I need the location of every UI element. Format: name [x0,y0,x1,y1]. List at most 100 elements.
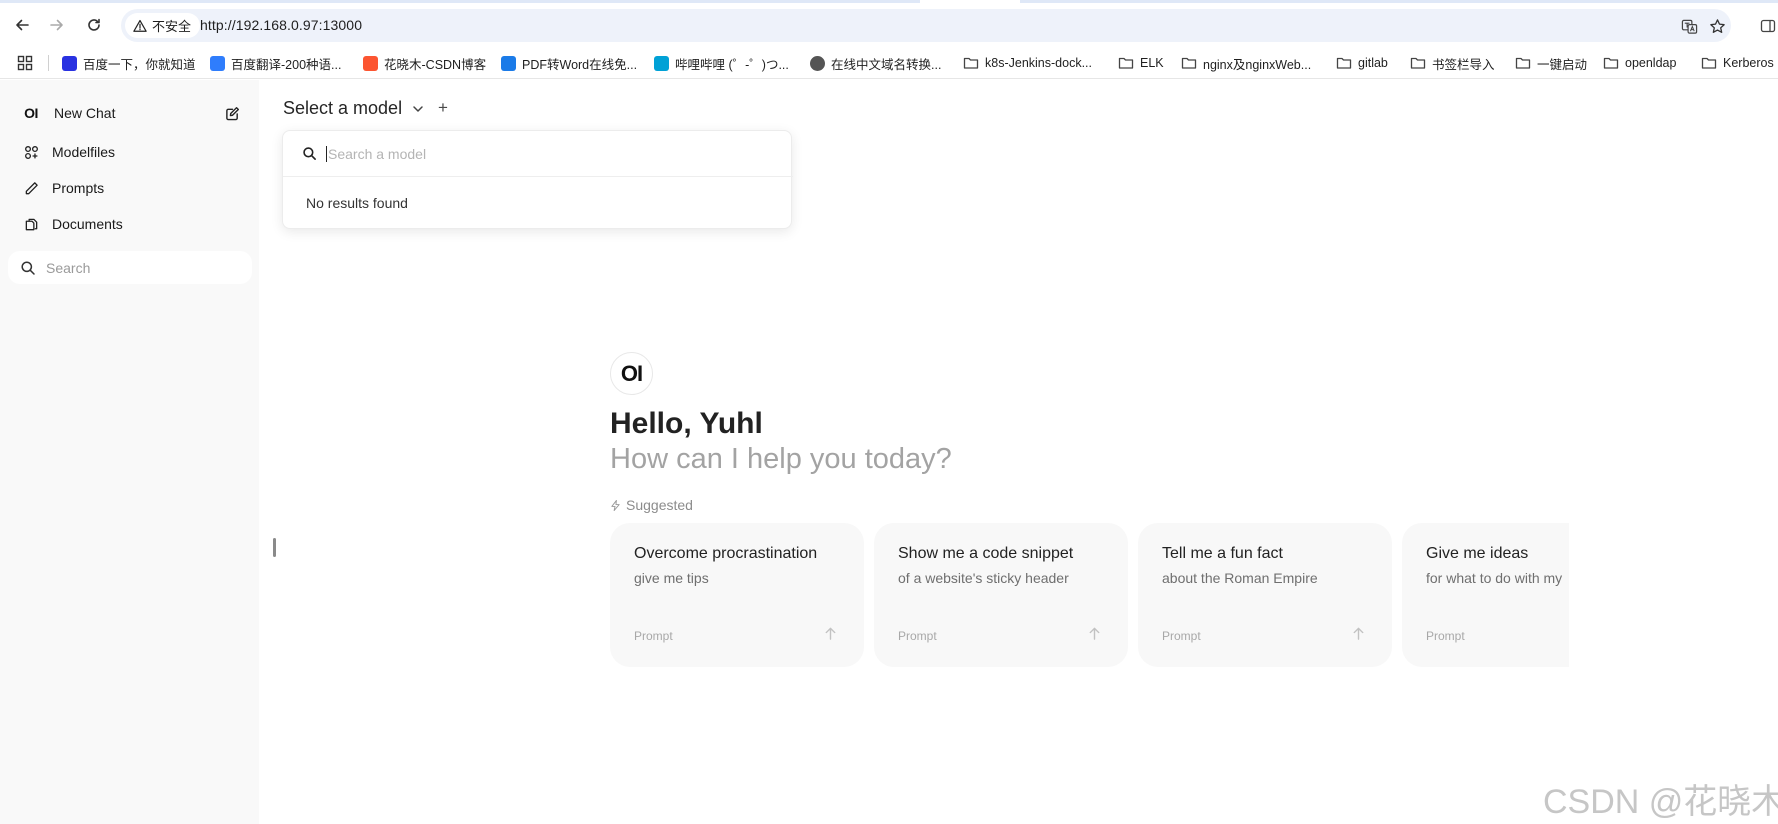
sidebar-item-label: Modelfiles [52,144,116,160]
pencil-icon [21,178,41,198]
sidebar-search[interactable] [8,251,252,284]
bookmarks-bar: 百度一下，你就知道 百度翻译-200种语... 花晓木-CSDN博客 PDF转Word… [0,47,1778,79]
bookmark-item[interactable]: 哔哩哔哩 (゜-゜)つ... [654,53,789,73]
apps-grid-icon[interactable] [17,55,33,71]
suggestion-card[interactable]: Tell me a fun fact about the Roman Empir… [1138,523,1392,667]
globe-icon [810,55,825,71]
model-search-box[interactable] [283,131,793,177]
bookmark-item[interactable]: 一键启动 [1515,53,1587,73]
address-bar[interactable]: 不安全 http://192.168.0.97:13000 [121,9,1731,42]
model-dropdown: No results found [282,130,793,229]
arrow-up-icon [825,627,836,640]
suggestion-card[interactable]: Give me ideas for what to do with my Pro… [1402,523,1569,667]
suggestion-tag: Prompt [1426,629,1465,643]
bookmark-item[interactable]: 书签栏导入 [1410,53,1495,73]
no-results-text: No results found [306,195,408,211]
folder-icon [1181,55,1197,71]
bookmark-label: 花晓木-CSDN博客 [384,57,487,72]
translate-icon [210,55,225,71]
bookmark-item[interactable]: k8s-Jenkins-dock... [963,53,1092,73]
bookmark-label: nginx及nginxWeb... [1203,57,1312,72]
reload-button[interactable] [82,13,106,37]
bookmarks-separator [48,55,49,71]
bookmark-label: 在线中文域名转换... [831,57,942,72]
sidebar-item-label: Documents [52,216,123,232]
bolt-icon [611,499,620,511]
suggestion-card[interactable]: Show me a code snippet of a website's st… [874,523,1128,667]
suggestion-title: Tell me a fun fact [1162,545,1283,562]
bookmark-item[interactable]: gitlab [1336,53,1388,73]
bookmark-label: ELK [1140,56,1164,70]
model-selector-title: Select a model [283,98,403,118]
arrow-up-icon [1353,627,1364,640]
suggestion-subtitle: about the Roman Empire [1162,570,1318,586]
sidebar-item-modelfiles[interactable]: Modelfiles [9,136,251,168]
sidebar-search-input[interactable] [46,259,236,276]
translate-icon [1681,19,1697,34]
arrow-right-icon [50,19,63,31]
warning-triangle-icon [133,19,147,32]
sidebar-item-prompts[interactable]: Prompts [9,172,251,204]
arrow-left-icon [16,19,29,31]
suggestion-tag: Prompt [898,629,937,643]
back-button[interactable] [10,13,34,37]
bookmark-label: Kerberos [1723,56,1774,70]
model-search-input[interactable] [328,145,748,162]
greeting-title: Hello, Yuhl [610,407,763,440]
bookmark-label: openldap [1625,56,1677,70]
bookmark-item[interactable]: openldap [1603,53,1676,73]
bilibili-icon [654,55,669,71]
suggestion-title: Show me a code snippet [898,545,1074,562]
suggestion-subtitle: of a website's sticky header [898,570,1069,586]
suggestion-title: Give me ideas [1426,545,1529,562]
pdf-icon [501,55,516,71]
sidebar-item-label: Prompts [52,180,105,196]
bookmark-label: PDF转Word在线免... [522,57,638,72]
greeting-subtitle: How can I help you today? [610,443,952,475]
sidebar-item-documents[interactable]: Documents [9,208,251,240]
bookmark-item[interactable]: Kerberos [1701,53,1774,73]
baidu-paw-icon [62,55,77,71]
star-icon [1709,18,1725,33]
bookmark-item[interactable]: 在线中文域名转换... [810,53,941,73]
add-model-button[interactable]: + [436,99,450,116]
bookmark-label: 哔哩哔哩 (゜-゜)つ... [675,57,789,72]
bookmark-label: 百度翻译-200种语... [231,57,342,72]
compose-icon[interactable] [222,103,242,123]
suggestion-tag: Prompt [1162,629,1201,643]
browser-toolbar: 不安全 http://192.168.0.97:13000 [0,3,1778,47]
new-chat-button[interactable]: OI New Chat [9,97,251,129]
search-icon [21,260,35,275]
bookmark-item[interactable]: nginx及nginxWeb... [1181,53,1311,73]
bookmark-item[interactable]: 百度翻译-200种语... [210,53,341,73]
bookmark-label: 百度一下，你就知道 [83,57,196,72]
suggestion-subtitle: for what to do with my [1426,570,1563,586]
suggestion-tag: Prompt [634,629,673,643]
new-chat-label: New Chat [54,105,116,121]
bookmark-item[interactable]: 百度一下，你就知道 [62,53,196,73]
sidebar-resize-handle[interactable] [273,538,276,557]
bookmark-item[interactable]: 花晓木-CSDN博客 [363,53,486,73]
csdn-watermark: CSDN @花晓木 [1543,783,1778,821]
bookmark-item[interactable]: ELK [1118,53,1164,73]
bookmark-star-button[interactable] [1707,16,1727,36]
documents-icon [21,214,41,234]
model-selector-button[interactable]: Select a model [283,98,425,119]
reload-icon [88,18,100,31]
text-caret [326,145,327,162]
forward-button[interactable] [45,13,69,37]
arrow-up-icon [1089,627,1100,640]
url-text[interactable]: http://192.168.0.97:13000 [200,17,362,33]
security-label: 不安全 [152,19,192,34]
suggestion-cards: Overcome procrastination give me tips Pr… [610,523,1569,667]
sidebar-panel-icon[interactable] [1760,18,1776,34]
folder-icon [1410,55,1426,71]
suggestion-card[interactable]: Overcome procrastination give me tips Pr… [610,523,864,667]
translate-page-button[interactable] [1679,16,1699,36]
search-icon [303,147,316,160]
security-chip[interactable]: 不安全 [125,13,201,38]
chevron-down-icon [413,105,423,112]
suggested-label: Suggested [610,497,693,513]
folder-icon [963,55,979,71]
bookmark-item[interactable]: PDF转Word在线免... [501,53,637,73]
